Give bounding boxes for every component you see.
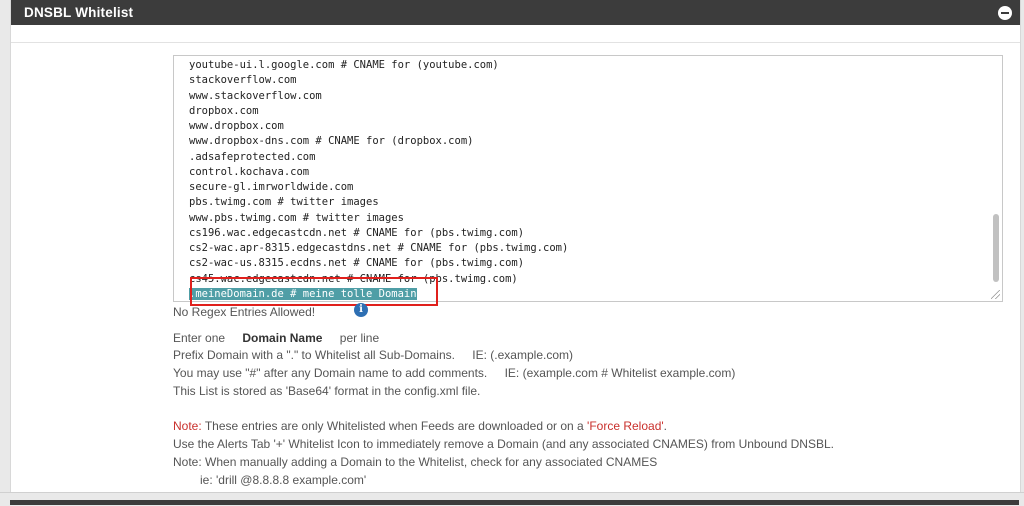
whitelist-line: www.dropbox.com <box>189 120 284 132</box>
enter-one-pre: Enter one <box>173 331 226 345</box>
whitelist-line: dropbox.com <box>189 104 259 117</box>
drill-example-text: ie: 'drill @8.8.8.8 example.com' <box>200 473 367 487</box>
minus-circle-icon[interactable] <box>998 6 1012 20</box>
no-regex-text: No Regex Entries Allowed! <box>173 305 316 319</box>
whitelist-line: www.stackoverflow.com <box>189 89 322 102</box>
whitelist-line: cs196.wac.edgecastcdn.net # CNAME for (p… <box>189 226 525 239</box>
prefix-line: Prefix Domain with a "." to Whitelist al… <box>173 348 573 362</box>
manual-note-text: Note: When manually adding a Domain to t… <box>173 455 658 469</box>
note-label: Note: <box>173 419 202 433</box>
whitelist-line: cs2-wac-us.8315.ecdns.net # CNAME for (p… <box>189 257 525 270</box>
textarea-scrollbar[interactable] <box>993 214 999 282</box>
hash-line: You may use "#" after any Domain name to… <box>173 366 735 380</box>
whitelist-line: control.kochava.com <box>189 165 310 178</box>
whitelist-line-highlighted: .meineDomain.de # meine tolle Domain <box>189 287 568 301</box>
note-text: These entries are only Whitelisted when … <box>204 419 584 433</box>
note-line: Note: These entries are only Whitelisted… <box>173 419 667 433</box>
next-panel-heading <box>10 500 1019 505</box>
hash-example: IE: (example.com # Whitelist example.com… <box>504 366 736 380</box>
whitelist-line: cs2-wac.apr-8315.edgecastdns.net # CNAME… <box>189 242 569 254</box>
resize-grip-icon[interactable] <box>991 290 1000 299</box>
stored-text: This List is stored as 'Base64' format i… <box>173 384 481 398</box>
enter-one-line: Enter one Domain Name per line <box>173 331 379 345</box>
whitelist-lines: youtube-ui.l.google.com # CNAME for (you… <box>189 58 569 301</box>
whitelist-line: stackoverflow.com <box>189 74 297 87</box>
note-end: . <box>663 419 668 433</box>
whitelist-line: www.pbs.twimg.com # twitter images <box>189 211 404 224</box>
whitelist-line: cs45.wac.edgecastcdn.net # CNAME for (pb… <box>189 272 518 285</box>
whitelist-textarea[interactable]: youtube-ui.l.google.com # CNAME for (you… <box>173 55 1003 302</box>
info-circle-icon[interactable]: i <box>354 303 368 317</box>
hash-text: You may use "#" after any Domain name to… <box>173 366 488 380</box>
alerts-text: Use the Alerts Tab '+' Whitelist Icon to… <box>173 437 834 451</box>
force-reload-text: 'Force Reload' <box>587 419 664 433</box>
panel-title: DNSBL Whitelist <box>24 5 134 20</box>
enter-one-bold: Domain Name <box>242 331 323 345</box>
selected-text: .meineDomain.de # meine tolle Domain <box>189 287 417 300</box>
whitelist-line: .adsafeprotected.com <box>189 150 316 163</box>
panel-spacer <box>11 25 1020 43</box>
whitelist-line: youtube-ui.l.google.com # CNAME for (you… <box>189 59 499 71</box>
prefix-example: IE: (.example.com) <box>472 348 573 362</box>
panel-heading: DNSBL Whitelist <box>11 0 1020 25</box>
whitelist-line: www.dropbox-dns.com # CNAME for (dropbox… <box>189 135 474 148</box>
whitelist-line: pbs.twimg.com # twitter images <box>189 196 379 209</box>
enter-one-post: per line <box>339 331 380 345</box>
prefix-text: Prefix Domain with a "." to Whitelist al… <box>173 348 455 362</box>
whitelist-line: secure-gl.imrworldwide.com <box>189 181 354 193</box>
